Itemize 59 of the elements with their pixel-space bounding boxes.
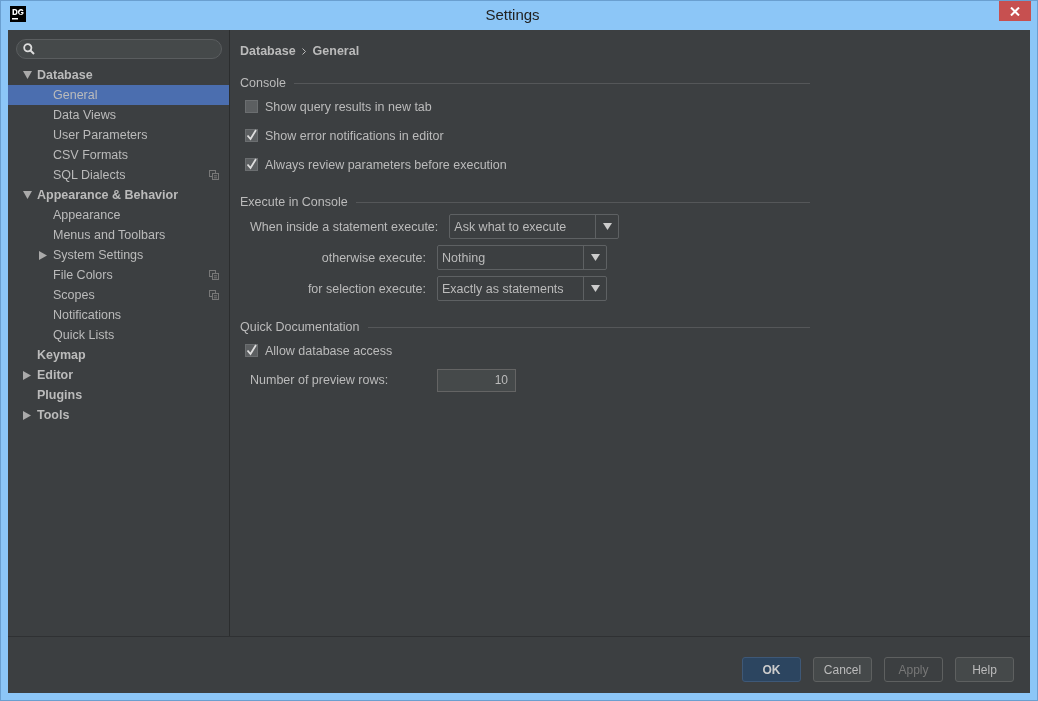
dropdown[interactable]: Ask what to execute: [449, 214, 620, 239]
search-icon: [23, 43, 35, 55]
tree-item[interactable]: Scopes: [8, 285, 229, 305]
tree-item[interactable]: SQL Dialects: [8, 165, 229, 185]
checkbox[interactable]: [245, 344, 258, 357]
field-label: for selection execute:: [306, 281, 426, 296]
expanded-arrow-icon: [23, 191, 32, 199]
section-title: Quick Documentation: [240, 320, 360, 334]
tree-item[interactable]: Menus and Toolbars: [8, 225, 229, 245]
tree-item[interactable]: User Parameters: [8, 125, 229, 145]
section-title: Console: [240, 76, 286, 90]
dropdown-arrow-icon: [602, 223, 612, 230]
tree-item[interactable]: CSV Formats: [8, 145, 229, 165]
section-title: Execute in Console: [240, 195, 348, 209]
dialog-button[interactable]: OK: [742, 657, 801, 682]
field-label: When inside a statement execute:: [250, 219, 439, 234]
tree-item[interactable]: Appearance: [8, 205, 229, 225]
tree-item[interactable]: System Settings: [8, 245, 229, 265]
tree-item[interactable]: Keymap: [8, 345, 229, 365]
tree-item[interactable]: Editor: [8, 365, 229, 385]
tree-item[interactable]: Appearance & Behavior: [8, 185, 229, 205]
tree-item[interactable]: File Colors: [8, 265, 229, 285]
tree-item[interactable]: Plugins: [8, 385, 229, 405]
expanded-arrow-icon: [23, 71, 32, 79]
checkmark-icon: [245, 158, 258, 171]
tree-item[interactable]: Data Views: [8, 105, 229, 125]
checkmark-icon: [245, 129, 258, 142]
tree-item[interactable]: Tools: [8, 405, 229, 425]
dialog-button[interactable]: Cancel: [813, 657, 872, 682]
close-icon: [1010, 6, 1020, 16]
dropdown[interactable]: Exactly as statements: [437, 276, 607, 301]
field-label: Number of preview rows:: [250, 373, 390, 387]
collapsed-arrow-icon: [23, 410, 31, 420]
breadcrumb-item: Database: [240, 44, 296, 58]
tree-item[interactable]: Quick Lists: [8, 325, 229, 345]
field-label: otherwise execute:: [320, 250, 426, 265]
checkbox-label: Show error notifications in editor: [265, 128, 444, 143]
checkbox-label: Show query results in new tab: [265, 99, 432, 114]
tree-item[interactable]: Notifications: [8, 305, 229, 325]
checkbox[interactable]: [245, 129, 258, 142]
app-logo-icon: [10, 5, 26, 22]
collapsed-arrow-icon: [23, 370, 31, 380]
tree-item[interactable]: Database: [8, 65, 229, 85]
checkbox[interactable]: [245, 158, 258, 171]
checkbox-label: Allow database access: [265, 343, 393, 358]
checkbox-label: Always review parameters before execution: [265, 157, 507, 172]
checkmark-icon: [245, 344, 258, 357]
dropdown-arrow-icon: [590, 285, 600, 292]
breadcrumb-item: General: [312, 44, 360, 58]
dropdown[interactable]: Nothing: [437, 245, 607, 270]
collapsed-arrow-icon: [39, 250, 47, 260]
window-title: Settings: [484, 6, 541, 23]
checkbox[interactable]: [245, 100, 258, 113]
close-button[interactable]: [999, 1, 1031, 21]
search-field[interactable]: [16, 39, 222, 59]
number-field[interactable]: 10: [437, 368, 516, 392]
dropdown-arrow-icon: [590, 254, 600, 261]
chevron-icon: [301, 47, 307, 55]
dialog-button[interactable]: Help: [955, 657, 1014, 682]
